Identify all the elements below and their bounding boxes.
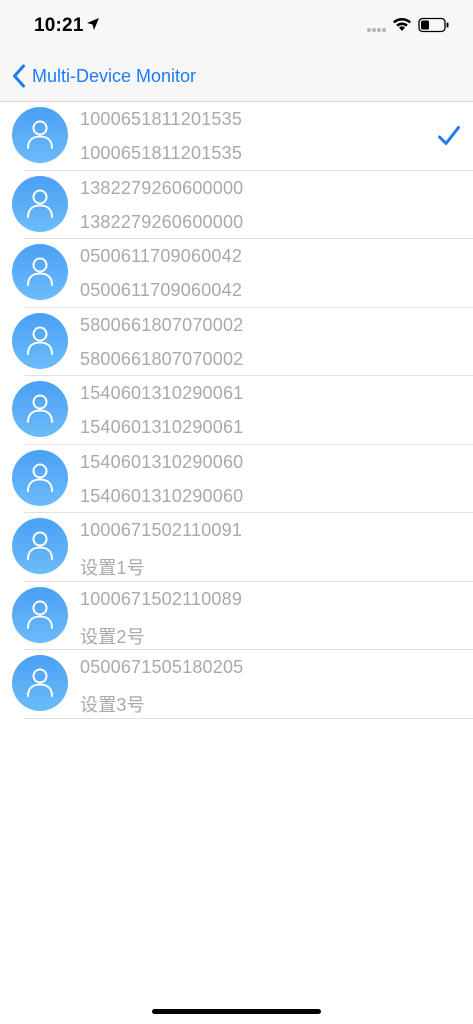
device-name: 0500611709060042 bbox=[80, 280, 243, 300]
row-separator bbox=[24, 717, 473, 719]
avatar bbox=[12, 586, 68, 643]
wifi-icon bbox=[393, 17, 411, 31]
device-name: 5800661807070002 bbox=[80, 348, 244, 369]
device-row[interactable]: 0500671505180205 设置3号 bbox=[0, 650, 473, 719]
device-row[interactable]: 1000671502110089 设置2号 bbox=[0, 582, 473, 650]
navigation-bar: Multi-Device Monitor bbox=[0, 48, 473, 102]
device-row[interactable]: 1000671502110091 设置1号 bbox=[0, 513, 473, 582]
device-name: 设置1号 bbox=[80, 558, 145, 578]
avatar bbox=[12, 312, 68, 369]
device-id: 5800661807070002 bbox=[80, 314, 244, 335]
user-icon bbox=[27, 463, 53, 492]
home-indicator bbox=[152, 1009, 321, 1014]
user-icon bbox=[27, 326, 53, 355]
device-list: 1000651811201535 1000651811201535 13822792… bbox=[0, 102, 473, 719]
avatar bbox=[12, 655, 68, 711]
user-icon bbox=[27, 257, 53, 286]
back-button[interactable]: Multi-Device Monitor bbox=[12, 62, 196, 90]
user-icon bbox=[27, 394, 53, 423]
device-id: 1000651811201535 bbox=[80, 109, 243, 129]
device-name: 设置3号 bbox=[80, 695, 145, 715]
device-id: 1382279260600000 bbox=[80, 177, 244, 198]
user-icon bbox=[27, 189, 53, 218]
user-icon bbox=[27, 600, 53, 629]
signal-dots-icon bbox=[367, 28, 386, 32]
status-time: 10:21 bbox=[34, 15, 84, 36]
device-id: 1540601310290061 bbox=[80, 383, 244, 403]
status-bar: 10:21 bbox=[0, 0, 473, 48]
user-icon bbox=[27, 120, 53, 149]
avatar bbox=[12, 381, 68, 437]
device-row[interactable]: 1000651811201535 1000651811201535 bbox=[0, 102, 473, 171]
battery-icon bbox=[418, 17, 449, 33]
device-name: 1382279260600000 bbox=[80, 211, 244, 232]
device-id: 1000671502110089 bbox=[80, 588, 243, 609]
chevron-left-icon bbox=[13, 64, 25, 88]
device-name: 设置2号 bbox=[80, 626, 145, 647]
avatar bbox=[12, 107, 68, 163]
device-row[interactable]: 1540601310290060 1540601310290060 bbox=[0, 445, 473, 513]
device-id: 1540601310290060 bbox=[80, 451, 244, 472]
device-id: 0500611709060042 bbox=[80, 246, 243, 266]
device-name: 1000651811201535 bbox=[80, 143, 243, 163]
user-icon bbox=[27, 668, 53, 697]
device-id: 0500671505180205 bbox=[80, 657, 244, 677]
avatar bbox=[12, 449, 68, 506]
checkmark-icon bbox=[438, 126, 460, 145]
device-name: 1540601310290060 bbox=[80, 485, 244, 506]
device-id: 1000671502110091 bbox=[80, 520, 243, 540]
device-row[interactable]: 5800661807070002 5800661807070002 bbox=[0, 308, 473, 376]
location-arrow-icon bbox=[87, 18, 99, 30]
avatar bbox=[12, 518, 68, 574]
device-name: 1540601310290061 bbox=[80, 417, 244, 437]
device-row[interactable]: 1382279260600000 1382279260600000 bbox=[0, 171, 473, 239]
avatar bbox=[12, 244, 68, 300]
back-label: Multi-Device Monitor bbox=[32, 65, 197, 86]
avatar bbox=[12, 175, 68, 232]
device-row[interactable]: 0500611709060042 0500611709060042 bbox=[0, 239, 473, 308]
user-icon bbox=[27, 531, 53, 560]
device-row[interactable]: 1540601310290061 1540601310290061 bbox=[0, 376, 473, 445]
